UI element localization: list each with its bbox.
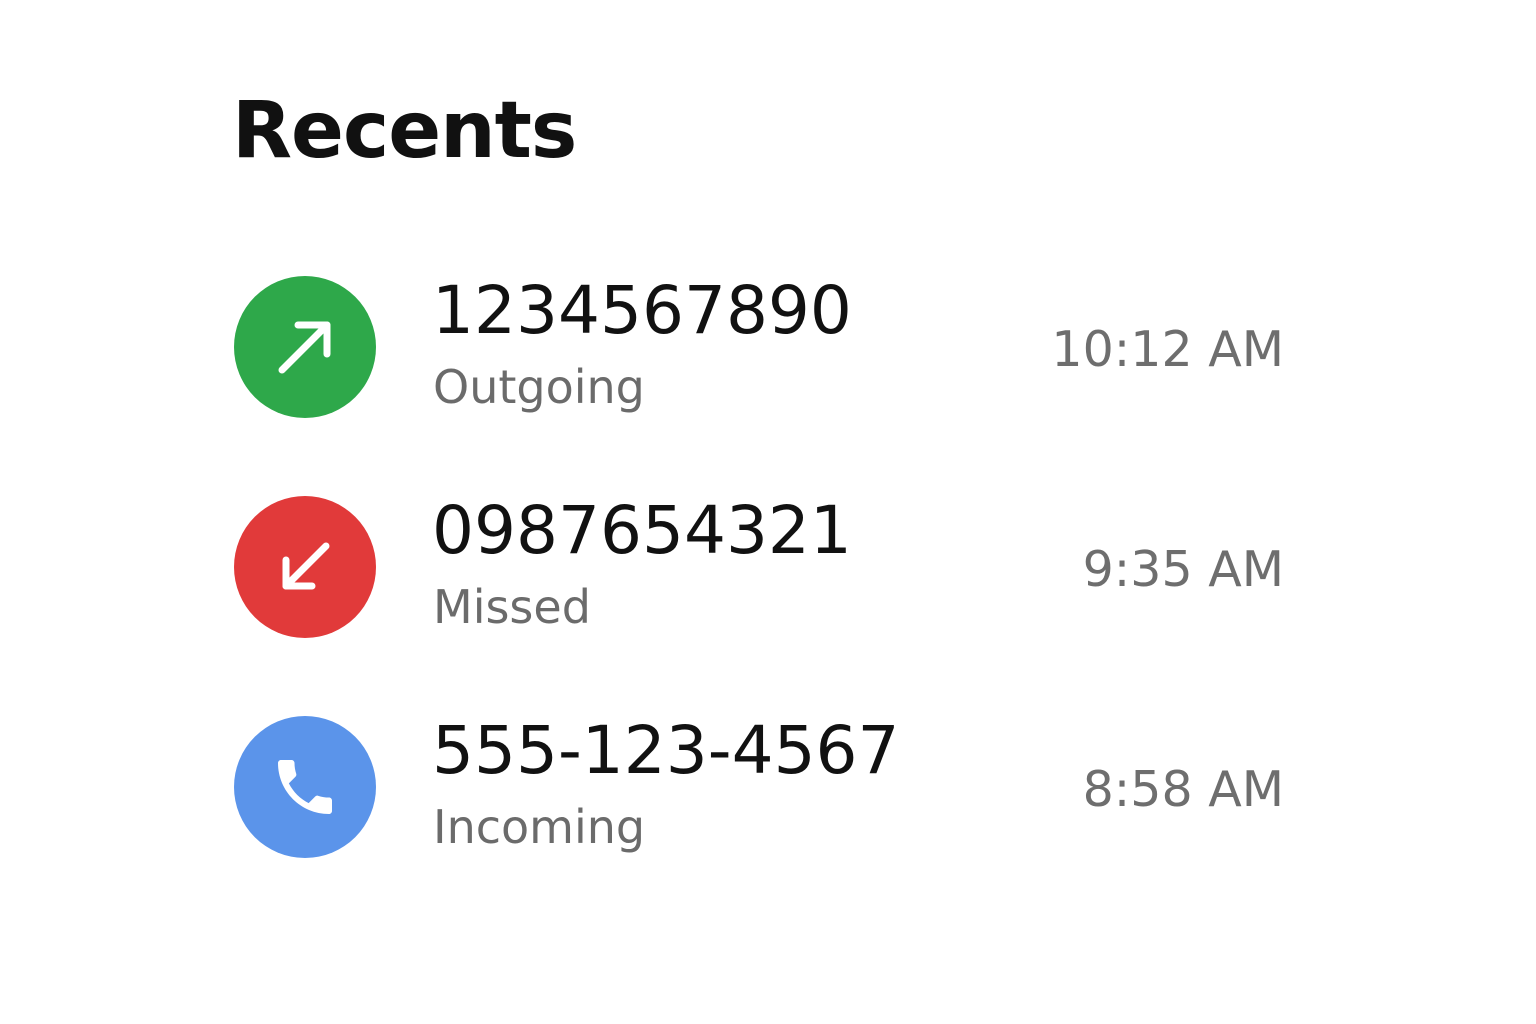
- call-type-label: Missed: [433, 580, 591, 634]
- incoming-call-icon: [234, 716, 376, 858]
- recents-list: 1234567890 Outgoing 10:12 AM 0987654321 …: [0, 0, 1536, 1024]
- missed-arrow-icon: [282, 542, 330, 590]
- outgoing-arrow-icon: [278, 321, 331, 374]
- call-number: 555-123-4567: [432, 712, 900, 789]
- call-type-label: Incoming: [433, 800, 646, 854]
- call-row-missed[interactable]: 0987654321 Missed 9:35 AM: [230, 492, 1300, 642]
- call-time: 10:12 AM: [1051, 321, 1284, 378]
- call-time: 9:35 AM: [1082, 541, 1284, 598]
- call-number: 0987654321: [432, 492, 852, 569]
- call-number: 1234567890: [432, 272, 852, 349]
- call-row-outgoing[interactable]: 1234567890 Outgoing 10:12 AM: [230, 272, 1300, 422]
- call-time: 8:58 AM: [1082, 761, 1284, 818]
- phone-icon: [278, 760, 332, 814]
- missed-call-icon: [234, 496, 376, 638]
- call-type-label: Outgoing: [433, 360, 645, 414]
- outgoing-call-icon: [234, 276, 376, 418]
- call-row-incoming[interactable]: 555-123-4567 Incoming 8:58 AM: [230, 712, 1300, 862]
